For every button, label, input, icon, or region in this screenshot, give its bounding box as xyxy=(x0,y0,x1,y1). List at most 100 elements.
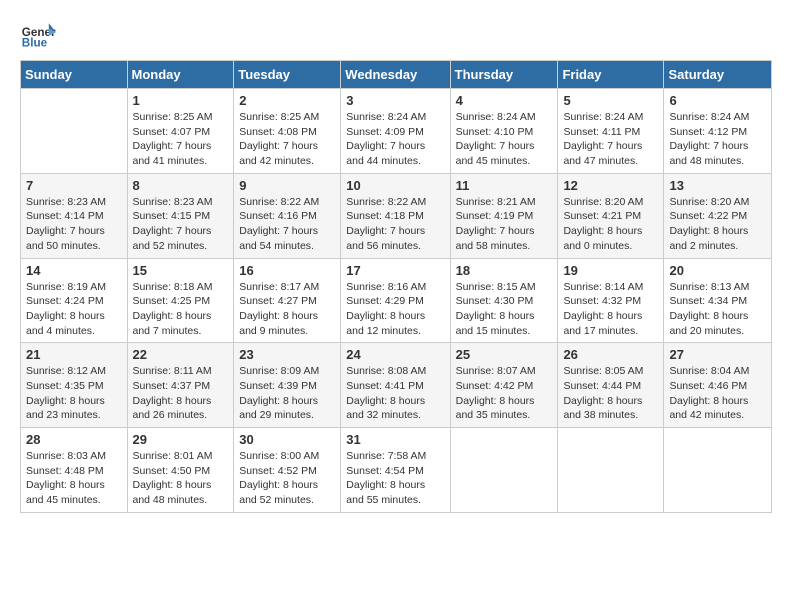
day-info: Sunrise: 8:09 AMSunset: 4:39 PMDaylight:… xyxy=(239,364,335,423)
day-number: 14 xyxy=(26,263,122,278)
day-number: 19 xyxy=(563,263,658,278)
week-row-2: 7Sunrise: 8:23 AMSunset: 4:14 PMDaylight… xyxy=(21,173,772,258)
day-cell: 14 Sunrise: 8:19 AMSunset: 4:24 PMDayligh… xyxy=(21,258,128,343)
calendar-table: SundayMondayTuesdayWednesdayThursdayFrid… xyxy=(20,60,772,513)
col-header-thursday: Thursday xyxy=(450,61,558,89)
day-number: 29 xyxy=(133,432,229,447)
col-header-monday: Monday xyxy=(127,61,234,89)
day-cell xyxy=(21,89,128,174)
day-info: Sunrise: 8:19 AMSunset: 4:24 PMDaylight:… xyxy=(26,280,122,339)
day-info: Sunrise: 8:20 AMSunset: 4:22 PMDaylight:… xyxy=(669,195,766,254)
day-number: 13 xyxy=(669,178,766,193)
day-info: Sunrise: 8:01 AMSunset: 4:50 PMDaylight:… xyxy=(133,449,229,508)
day-number: 27 xyxy=(669,347,766,362)
day-info: Sunrise: 8:24 AMSunset: 4:11 PMDaylight:… xyxy=(563,110,658,169)
day-number: 22 xyxy=(133,347,229,362)
day-number: 24 xyxy=(346,347,444,362)
day-info: Sunrise: 8:18 AMSunset: 4:25 PMDaylight:… xyxy=(133,280,229,339)
day-info: Sunrise: 8:25 AMSunset: 4:08 PMDaylight:… xyxy=(239,110,335,169)
day-number: 21 xyxy=(26,347,122,362)
col-header-saturday: Saturday xyxy=(664,61,772,89)
day-info: Sunrise: 8:21 AMSunset: 4:19 PMDaylight:… xyxy=(456,195,553,254)
day-info: Sunrise: 8:03 AMSunset: 4:48 PMDaylight:… xyxy=(26,449,122,508)
week-row-4: 21 Sunrise: 8:12 AMSunset: 4:35 PMDayligh… xyxy=(21,343,772,428)
day-cell: 18Sunrise: 8:15 AMSunset: 4:30 PMDayligh… xyxy=(450,258,558,343)
day-info: Sunrise: 8:12 AMSunset: 4:35 PMDaylight:… xyxy=(26,364,122,423)
day-number: 7 xyxy=(26,178,122,193)
day-number: 23 xyxy=(239,347,335,362)
day-cell: 6 Sunrise: 8:24 AMSunset: 4:12 PMDaylight… xyxy=(664,89,772,174)
header-row: SundayMondayTuesdayWednesdayThursdayFrid… xyxy=(21,61,772,89)
day-number: 5 xyxy=(563,93,658,108)
day-cell: 16 Sunrise: 8:17 AMSunset: 4:27 PMDayligh… xyxy=(234,258,341,343)
day-cell: 27 Sunrise: 8:04 AMSunset: 4:46 PMDayligh… xyxy=(664,343,772,428)
day-cell: 15 Sunrise: 8:18 AMSunset: 4:25 PMDayligh… xyxy=(127,258,234,343)
day-info: Sunrise: 8:24 AMSunset: 4:12 PMDaylight:… xyxy=(669,110,766,169)
day-cell xyxy=(558,428,664,513)
day-info: Sunrise: 8:16 AMSunset: 4:29 PMDaylight:… xyxy=(346,280,444,339)
day-cell: 23 Sunrise: 8:09 AMSunset: 4:39 PMDayligh… xyxy=(234,343,341,428)
day-number: 12 xyxy=(563,178,658,193)
day-number: 17 xyxy=(346,263,444,278)
day-cell: 30 Sunrise: 8:00 AMSunset: 4:52 PMDayligh… xyxy=(234,428,341,513)
day-info: Sunrise: 8:15 AMSunset: 4:30 PMDaylight:… xyxy=(456,280,553,339)
day-cell: 20Sunrise: 8:13 AMSunset: 4:34 PMDayligh… xyxy=(664,258,772,343)
day-info: Sunrise: 8:17 AMSunset: 4:27 PMDaylight:… xyxy=(239,280,335,339)
day-cell xyxy=(664,428,772,513)
day-cell: 9 Sunrise: 8:22 AMSunset: 4:16 PMDaylight… xyxy=(234,173,341,258)
day-info: Sunrise: 8:08 AMSunset: 4:41 PMDaylight:… xyxy=(346,364,444,423)
day-cell: 28 Sunrise: 8:03 AMSunset: 4:48 PMDayligh… xyxy=(21,428,128,513)
day-info: Sunrise: 8:22 AMSunset: 4:16 PMDaylight:… xyxy=(239,195,335,254)
col-header-tuesday: Tuesday xyxy=(234,61,341,89)
day-number: 28 xyxy=(26,432,122,447)
day-cell: 29 Sunrise: 8:01 AMSunset: 4:50 PMDayligh… xyxy=(127,428,234,513)
day-info: Sunrise: 8:00 AMSunset: 4:52 PMDaylight:… xyxy=(239,449,335,508)
day-info: Sunrise: 8:22 AMSunset: 4:18 PMDaylight:… xyxy=(346,195,444,254)
day-cell: 21 Sunrise: 8:12 AMSunset: 4:35 PMDayligh… xyxy=(21,343,128,428)
day-cell: 31 Sunrise: 7:58 AMSunset: 4:54 PMDayligh… xyxy=(341,428,450,513)
day-number: 15 xyxy=(133,263,229,278)
day-info: Sunrise: 8:11 AMSunset: 4:37 PMDaylight:… xyxy=(133,364,229,423)
day-number: 11 xyxy=(456,178,553,193)
day-cell: 22 Sunrise: 8:11 AMSunset: 4:37 PMDayligh… xyxy=(127,343,234,428)
day-number: 31 xyxy=(346,432,444,447)
day-cell: 24 Sunrise: 8:08 AMSunset: 4:41 PMDayligh… xyxy=(341,343,450,428)
day-cell: 8Sunrise: 8:23 AMSunset: 4:15 PMDaylight… xyxy=(127,173,234,258)
day-cell: 13 Sunrise: 8:20 AMSunset: 4:22 PMDayligh… xyxy=(664,173,772,258)
day-number: 8 xyxy=(133,178,229,193)
logo-icon: General Blue xyxy=(20,16,56,52)
day-cell: 10 Sunrise: 8:22 AMSunset: 4:18 PMDayligh… xyxy=(341,173,450,258)
day-number: 25 xyxy=(456,347,553,362)
day-cell: 26 Sunrise: 8:05 AMSunset: 4:44 PMDayligh… xyxy=(558,343,664,428)
day-info: Sunrise: 8:25 AMSunset: 4:07 PMDaylight:… xyxy=(133,110,229,169)
day-cell: 2Sunrise: 8:25 AMSunset: 4:08 PMDaylight… xyxy=(234,89,341,174)
day-info: Sunrise: 8:20 AMSunset: 4:21 PMDaylight:… xyxy=(563,195,658,254)
day-info: Sunrise: 8:13 AMSunset: 4:34 PMDaylight:… xyxy=(669,280,766,339)
day-info: Sunrise: 8:14 AMSunset: 4:32 PMDaylight:… xyxy=(563,280,658,339)
day-info: Sunrise: 8:24 AMSunset: 4:09 PMDaylight:… xyxy=(346,110,444,169)
day-info: Sunrise: 8:05 AMSunset: 4:44 PMDaylight:… xyxy=(563,364,658,423)
day-number: 9 xyxy=(239,178,335,193)
day-number: 10 xyxy=(346,178,444,193)
day-cell: 12 Sunrise: 8:20 AMSunset: 4:21 PMDayligh… xyxy=(558,173,664,258)
day-cell: 17 Sunrise: 8:16 AMSunset: 4:29 PMDayligh… xyxy=(341,258,450,343)
header: General Blue xyxy=(20,16,772,52)
week-row-1: 1Sunrise: 8:25 AMSunset: 4:07 PMDaylight… xyxy=(21,89,772,174)
svg-text:Blue: Blue xyxy=(22,37,48,50)
day-cell: 4Sunrise: 8:24 AMSunset: 4:10 PMDaylight… xyxy=(450,89,558,174)
day-info: Sunrise: 8:04 AMSunset: 4:46 PMDaylight:… xyxy=(669,364,766,423)
day-number: 3 xyxy=(346,93,444,108)
day-cell xyxy=(450,428,558,513)
day-number: 16 xyxy=(239,263,335,278)
day-number: 26 xyxy=(563,347,658,362)
day-number: 30 xyxy=(239,432,335,447)
day-info: Sunrise: 7:58 AMSunset: 4:54 PMDaylight:… xyxy=(346,449,444,508)
day-number: 6 xyxy=(669,93,766,108)
week-row-5: 28 Sunrise: 8:03 AMSunset: 4:48 PMDayligh… xyxy=(21,428,772,513)
col-header-sunday: Sunday xyxy=(21,61,128,89)
logo: General Blue xyxy=(20,16,56,52)
day-number: 4 xyxy=(456,93,553,108)
col-header-wednesday: Wednesday xyxy=(341,61,450,89)
day-cell: 19 Sunrise: 8:14 AMSunset: 4:32 PMDayligh… xyxy=(558,258,664,343)
week-row-3: 14 Sunrise: 8:19 AMSunset: 4:24 PMDayligh… xyxy=(21,258,772,343)
